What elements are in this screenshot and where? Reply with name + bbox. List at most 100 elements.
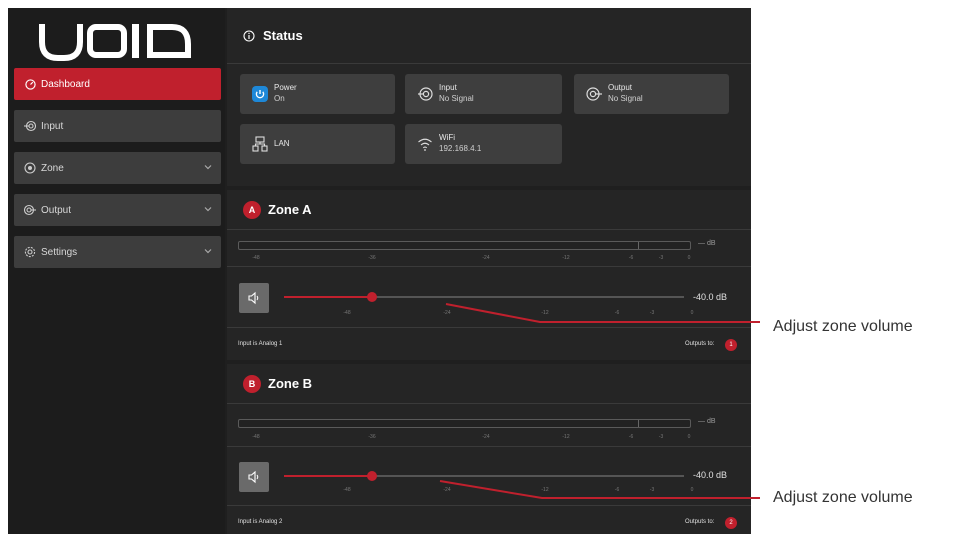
zone-a-volume-thumb[interactable] [367, 292, 377, 302]
wifi-icon [415, 134, 435, 154]
wifi-value: 192.168.4.1 [439, 144, 482, 153]
chevron-down-icon [204, 207, 212, 212]
meter-tick: -6 [628, 255, 634, 261]
zone-b-volume-readout: -40.0 dB [693, 470, 728, 480]
slider-tick: -12 [541, 487, 549, 493]
sidebar-item-label: Input [41, 120, 64, 132]
input-icon [24, 120, 36, 132]
input-card: Input No Signal [405, 74, 562, 114]
lan-title: LAN [274, 139, 290, 148]
zone-a-input-label: Input is Analog 1 [238, 341, 283, 347]
slider-tick: -48 [343, 487, 351, 493]
meter-tick: 0 [687, 255, 691, 261]
dashboard-gauge-icon [24, 78, 36, 90]
status-title: Status [263, 28, 303, 43]
speaker-icon [248, 291, 259, 305]
slider-tick: -24 [443, 310, 451, 316]
output-icon [584, 84, 604, 104]
slider-tick: -12 [541, 310, 549, 316]
zone-b-header: B Zone B [227, 364, 751, 404]
meter-tick: -12 [562, 434, 570, 440]
meter-tick: -6 [628, 434, 634, 440]
divider [227, 446, 751, 447]
sidebar-item-output[interactable]: Output [14, 194, 221, 226]
app-window: Dashboard Input Zone Output Settings Sta… [8, 8, 751, 534]
meter-tick: -36 [368, 255, 376, 261]
zone-a-outputs-label: Outputs to: [685, 341, 715, 347]
sidebar-item-label: Dashboard [41, 78, 90, 90]
callout-label-volume-a: Adjust zone volume [773, 318, 913, 335]
power-title: Power [274, 83, 297, 92]
slider-tick: -6 [614, 310, 620, 316]
zone-a-level-meter [238, 241, 691, 250]
zone-a-output-badge[interactable]: 1 [725, 339, 737, 351]
power-icon [250, 84, 270, 104]
zone-a-header: A Zone A [227, 190, 751, 230]
sidebar-item-dashboard[interactable]: Dashboard [14, 68, 221, 100]
info-icon [243, 29, 255, 42]
speaker-icon [248, 470, 259, 484]
meter-tick: -3 [658, 255, 664, 261]
zone-a-panel: A Zone A — dB -48 -36 -24 -12 -6 -3 0 -4… [227, 190, 751, 360]
zone-b-output-badge[interactable]: 2 [725, 517, 737, 529]
input-value: No Signal [439, 94, 474, 103]
sidebar-item-label: Output [41, 204, 72, 216]
sidebar-item-label: Settings [41, 246, 78, 258]
divider [227, 266, 751, 267]
lan-icon [250, 134, 270, 154]
zone-b-volume-fill [284, 475, 372, 477]
zone-a-volume-readout: -40.0 dB [693, 292, 728, 302]
output-value: No Signal [608, 94, 643, 103]
chevron-down-icon [204, 249, 212, 254]
zone-a-meter-readout: — dB [698, 240, 716, 247]
zone-b-volume-thumb[interactable] [367, 471, 377, 481]
zone-a-title: Zone A [268, 202, 312, 217]
zone-b-panel: B Zone B — dB -48 -36 -24 -12 -6 -3 0 -4… [227, 364, 751, 534]
zone-b-volume-slider[interactable] [284, 471, 684, 481]
sidebar-item-label: Zone [41, 162, 64, 174]
power-card: Power On [240, 74, 395, 114]
divider [227, 505, 751, 506]
callout-label-volume-b: Adjust zone volume [773, 489, 913, 506]
meter-tick: -24 [482, 434, 490, 440]
meter-tick: 0 [687, 434, 691, 440]
meter-tick: -48 [252, 255, 260, 261]
meter-tick: -24 [482, 255, 490, 261]
wifi-title: WiFi [439, 133, 455, 142]
slider-tick: -24 [443, 487, 451, 493]
meter-tick: -48 [252, 434, 260, 440]
slider-tick: -3 [649, 310, 655, 316]
sidebar: Dashboard Input Zone Output Settings [8, 8, 225, 534]
status-header: Status [227, 8, 751, 64]
input-icon [415, 84, 435, 104]
zone-b-meter-readout: — dB [698, 418, 716, 425]
slider-tick: -48 [343, 310, 351, 316]
zone-a-mute-button[interactable] [239, 283, 269, 313]
lan-card: LAN [240, 124, 395, 164]
main-content: Status Power On Input No Signal Output N… [227, 8, 751, 534]
meter-marker [638, 420, 640, 427]
sidebar-item-input[interactable]: Input [14, 110, 221, 142]
output-title: Output [608, 83, 633, 92]
sidebar-item-zone[interactable]: Zone [14, 152, 221, 184]
zone-b-mute-button[interactable] [239, 462, 269, 492]
meter-tick: -3 [658, 434, 664, 440]
zone-icon [24, 162, 36, 174]
slider-tick: -6 [614, 487, 620, 493]
sidebar-item-settings[interactable]: Settings [14, 236, 221, 268]
meter-tick: -36 [368, 434, 376, 440]
output-icon [24, 204, 36, 216]
zone-a-volume-slider[interactable] [284, 292, 684, 302]
power-value: On [274, 94, 285, 103]
meter-marker [638, 242, 640, 249]
slider-tick: -3 [649, 487, 655, 493]
zone-b-input-label: Input is Analog 2 [238, 519, 283, 525]
divider [227, 327, 751, 328]
meter-tick: -12 [562, 255, 570, 261]
zone-b-title: Zone B [268, 376, 313, 391]
zone-b-outputs-label: Outputs to: [685, 519, 715, 525]
zone-b-level-meter [238, 419, 691, 428]
output-card: Output No Signal [574, 74, 729, 114]
chevron-down-icon [204, 165, 212, 170]
wifi-card: WiFi 192.168.4.1 [405, 124, 562, 164]
